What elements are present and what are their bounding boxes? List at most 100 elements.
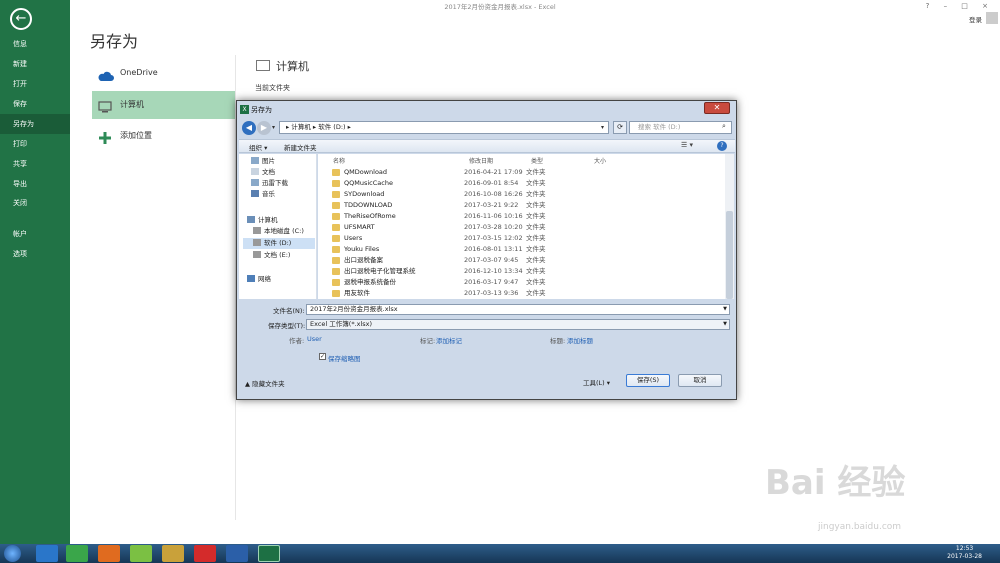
column-header-size[interactable]: 大小 — [594, 156, 606, 165]
explorer-icon[interactable] — [162, 545, 184, 562]
sidebar-item-print[interactable]: 打印 — [0, 134, 70, 154]
tree-item-computer[interactable]: 计算机 — [247, 215, 278, 226]
sidebar-item-share[interactable]: 共享 — [0, 154, 70, 174]
folder-icon — [332, 268, 340, 275]
file-row[interactable]: QMDownload 2016-04-21 17:09 文件夹 — [328, 167, 723, 178]
sidebar-item-open[interactable]: 打开 — [0, 74, 70, 94]
file-type: 文件夹 — [526, 212, 546, 220]
tree-item-thunder[interactable]: 迅雷下载 — [251, 178, 288, 189]
back-icon[interactable]: ◀ — [242, 121, 256, 135]
column-header-name[interactable]: 名称 — [333, 156, 345, 165]
close-button[interactable]: ✕ — [704, 102, 730, 114]
user-icon[interactable] — [986, 12, 998, 24]
excel-icon[interactable] — [258, 545, 280, 562]
tools-menu[interactable]: 工具(L) ▾ — [583, 377, 610, 387]
location-add-place[interactable]: 添加位置 — [92, 122, 235, 150]
tree-item-documents[interactable]: 文档 — [251, 167, 275, 178]
tree-label: 文档 — [262, 168, 275, 176]
author-value[interactable]: User — [307, 335, 322, 343]
chevron-down-icon[interactable]: ▼ — [723, 305, 727, 314]
firefox-icon[interactable] — [98, 545, 120, 562]
file-name: Youku Files — [344, 245, 380, 253]
cancel-button[interactable]: 取消 — [678, 374, 722, 387]
folder-icon — [332, 257, 340, 264]
youdao-icon[interactable] — [194, 545, 216, 562]
sidebar-item-info[interactable]: 信息 — [0, 34, 70, 54]
history-dropdown-icon[interactable]: ▾ — [272, 124, 275, 131]
file-row[interactable]: Users 2017-03-15 12:02 文件夹 — [328, 233, 723, 244]
tree-label: 网络 — [258, 275, 271, 283]
tree-item-music[interactable]: 音乐 — [251, 189, 275, 200]
file-row[interactable]: SYDownload 2016-10-08 16:26 文件夹 — [328, 189, 723, 200]
folder-icon — [332, 180, 340, 187]
tree-item-pictures[interactable]: 图片 — [251, 156, 275, 167]
back-arrow-icon[interactable]: ← — [10, 8, 32, 30]
search-input[interactable]: 搜索 软件 (D:) — [629, 121, 732, 134]
tree-label: 迅雷下载 — [262, 179, 288, 187]
plus-icon — [98, 129, 112, 144]
file-row[interactable]: UFSMART 2017-03-28 10:20 文件夹 — [328, 222, 723, 233]
sidebar-item-export[interactable]: 导出 — [0, 174, 70, 194]
folder-icon — [332, 224, 340, 231]
tree-item-drive-e[interactable]: 文档 (E:) — [253, 250, 290, 261]
file-type: 文件夹 — [526, 190, 546, 198]
file-list: 名称 修改日期 类型 大小 QMDownload 2016-04-21 17:09… — [318, 154, 734, 299]
sidebar-item-options[interactable]: 选项 — [0, 244, 70, 264]
ie-icon[interactable] — [36, 545, 58, 562]
file-row[interactable]: 出口退税备案 2017-03-07 9:45 文件夹 — [328, 255, 723, 266]
add-title-link[interactable]: 添加标题 — [567, 335, 593, 345]
file-name: TheRiseOfRome — [344, 212, 396, 220]
tree-item-network[interactable]: 网络 — [247, 274, 271, 285]
save-as-dialog: X 另存为 ✕ ◀ ▶ ▾ ▸ 计算机 ▸ 软件 (D:) ▸ ▾ ⟳ 搜索 软… — [236, 100, 737, 400]
new-folder-button[interactable]: 新建文件夹 — [284, 142, 317, 152]
save-button[interactable]: 保存(S) — [626, 374, 670, 387]
sidebar-item-account[interactable]: 帐户 — [0, 224, 70, 244]
clock[interactable]: 12:53 2017-03-28 — [947, 545, 982, 561]
word-icon[interactable] — [226, 545, 248, 562]
hide-folders-toggle[interactable]: ▲ 隐藏文件夹 — [245, 378, 285, 388]
app-icon[interactable] — [130, 545, 152, 562]
file-row[interactable]: 用友软件 2017-03-13 9:36 文件夹 — [328, 288, 723, 299]
file-name: QMDownload — [344, 168, 388, 176]
view-options-icon[interactable]: ☰ ▾ — [681, 141, 693, 149]
refresh-icon[interactable]: ⟳ — [613, 121, 627, 134]
tree-item-drive-c[interactable]: 本地磁盘 (C:) — [253, 226, 304, 237]
sidebar-item-close[interactable]: 关闭 — [0, 193, 70, 213]
file-row[interactable]: 出口退税电子化管理系统 2016-12-10 13:34 文件夹 — [328, 266, 723, 277]
tree-item-drive-d[interactable]: 软件 (D:) — [243, 238, 315, 249]
start-icon[interactable] — [4, 545, 21, 562]
sidebar-item-new[interactable]: 新建 — [0, 54, 70, 74]
save-thumbnail-label[interactable]: 保存缩略图 — [328, 353, 361, 363]
chevron-down-icon[interactable]: ▾ — [601, 121, 604, 134]
add-tags-link[interactable]: 添加标记 — [436, 335, 462, 345]
filetype-select[interactable]: Excel 工作簿(*.xlsx) ▼ — [306, 319, 730, 330]
filename-input[interactable]: 2017年2月份资金月报表.xlsx ▼ — [306, 304, 730, 315]
hide-folders-label: 隐藏文件夹 — [252, 380, 285, 388]
save-thumbnail-checkbox[interactable]: ✓ — [319, 353, 326, 360]
file-date: 2017-03-07 9:45 — [464, 256, 519, 264]
scrollbar-thumb[interactable] — [726, 211, 733, 299]
file-type: 文件夹 — [526, 245, 546, 253]
signin-link[interactable]: 登录 — [969, 14, 982, 24]
file-row[interactable]: QQMusicCache 2016-09-01 8:54 文件夹 — [328, 178, 723, 189]
address-bar[interactable]: ▸ 计算机 ▸ 软件 (D:) ▸ — [279, 121, 609, 134]
file-date: 2017-03-21 9:22 — [464, 201, 519, 209]
title-label: 标题: — [550, 337, 566, 345]
file-row[interactable]: TheRiseOfRome 2016-11-06 10:16 文件夹 — [328, 211, 723, 222]
organize-button[interactable]: 组织 ▾ — [249, 142, 267, 152]
file-row[interactable]: TDDOWNLOAD 2017-03-21 9:22 文件夹 — [328, 200, 723, 211]
window-controls[interactable]: ? – □ × — [926, 2, 994, 10]
file-row[interactable]: Youku Files 2016-08-01 13:11 文件夹 — [328, 244, 723, 255]
sidebar-item-save-as[interactable]: 另存为 — [0, 114, 70, 134]
browser-360-icon[interactable] — [66, 545, 88, 562]
location-onedrive[interactable]: OneDrive — [92, 59, 235, 87]
sidebar-item-save[interactable]: 保存 — [0, 94, 70, 114]
help-icon[interactable]: ? — [717, 141, 727, 151]
column-header-modified[interactable]: 修改日期 — [469, 156, 493, 165]
chevron-down-icon[interactable]: ▼ — [723, 320, 727, 329]
forward-icon[interactable]: ▶ — [257, 121, 271, 135]
column-header-type[interactable]: 类型 — [531, 156, 543, 165]
location-computer[interactable]: 计算机 — [92, 91, 235, 119]
file-row[interactable]: 退税申报系统备份 2016-03-17 9:47 文件夹 — [328, 277, 723, 288]
file-date: 2016-11-06 10:16 — [464, 212, 523, 220]
